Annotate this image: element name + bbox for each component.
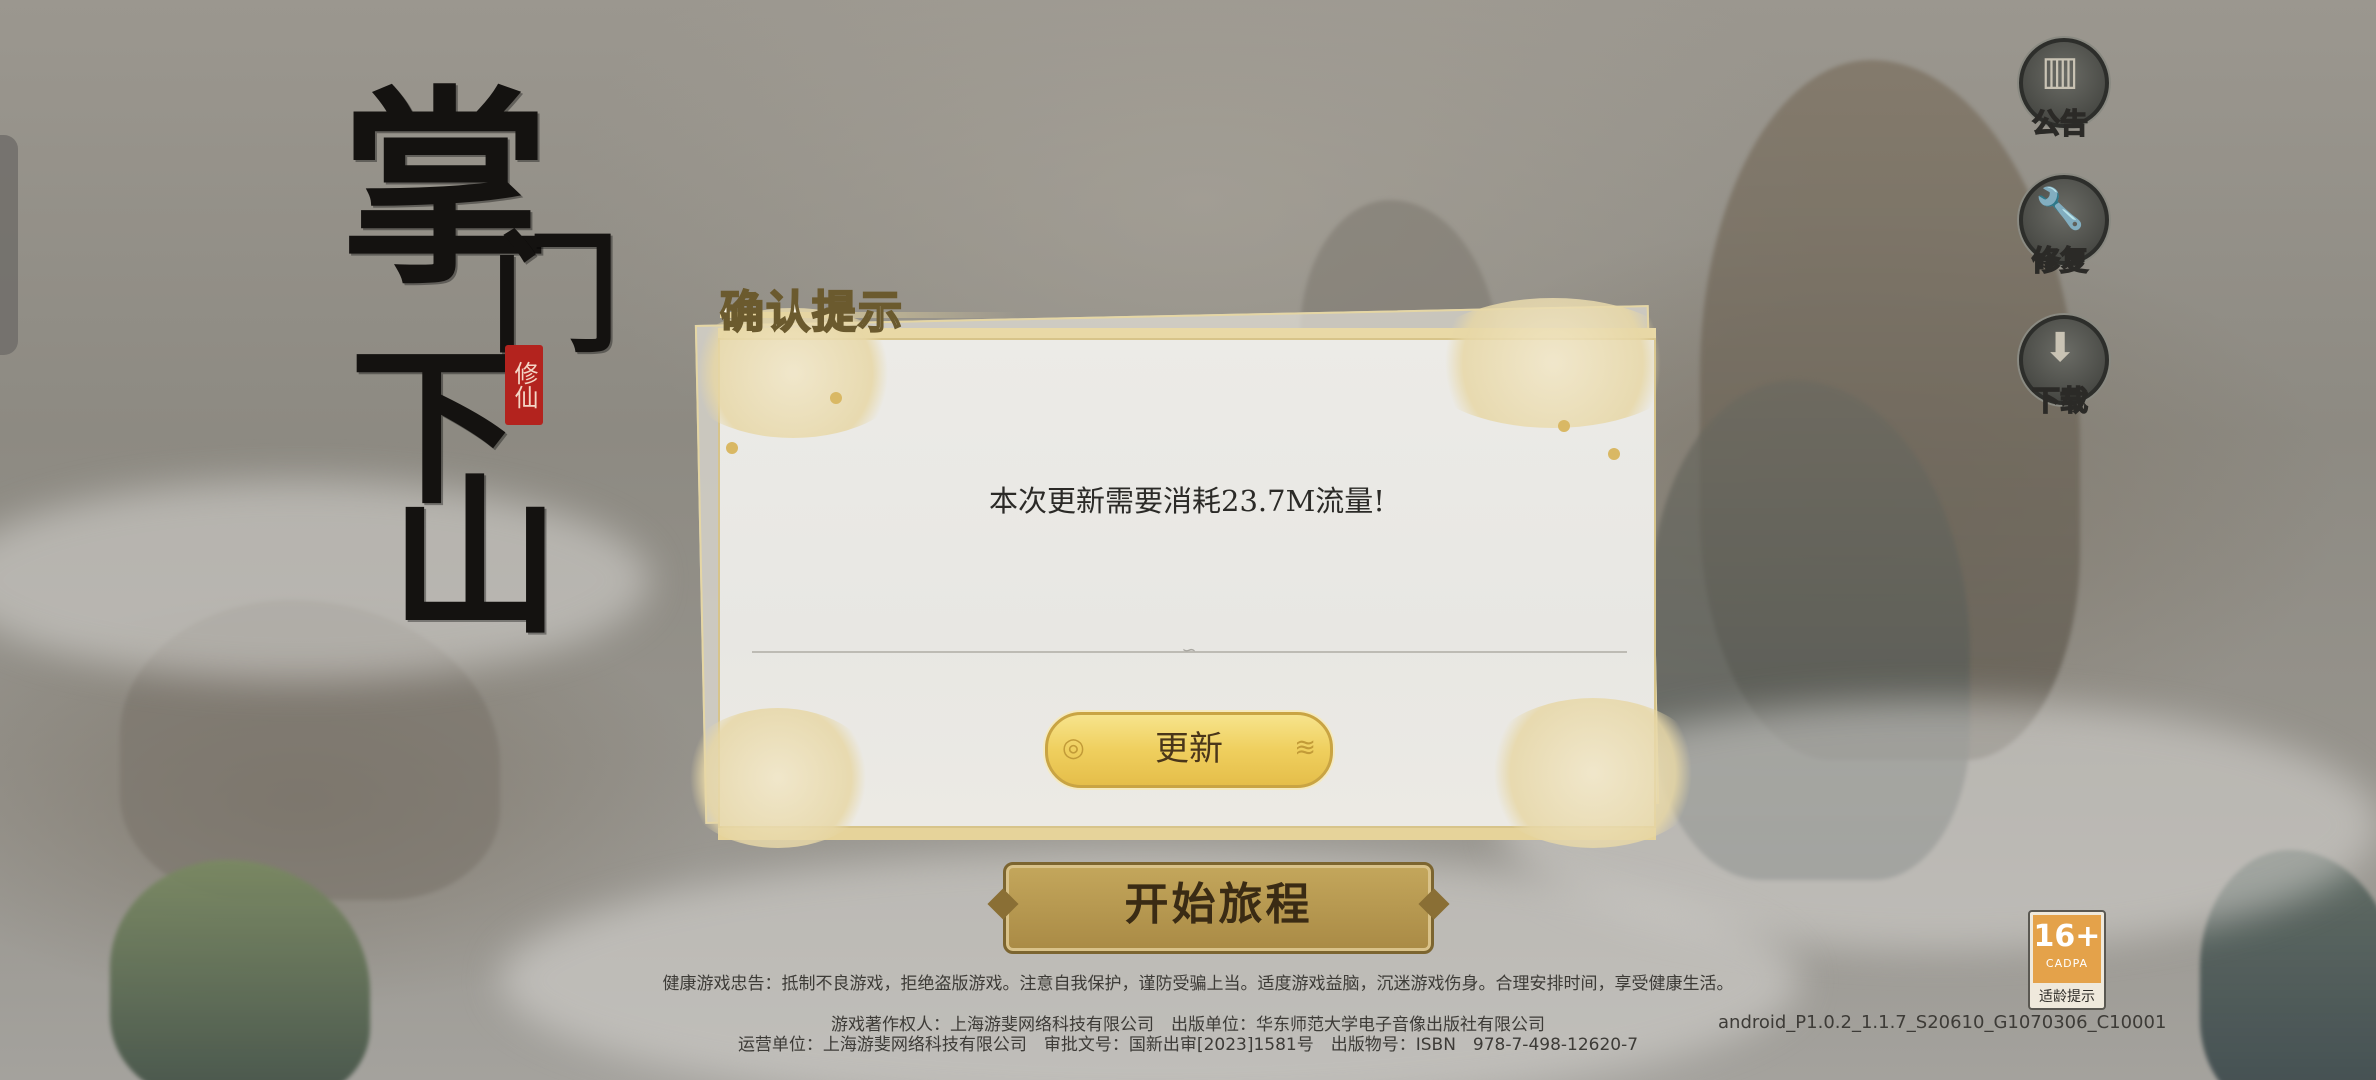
gold-dot [1558, 420, 1570, 432]
age-org: CADPA [2045, 957, 2089, 970]
age-number: 16+ [2033, 919, 2101, 954]
cloud-ornament [678, 708, 878, 848]
gold-dot [1608, 448, 1620, 460]
dialog-title-banner: 确认提示 [700, 272, 1020, 342]
download-label: 下载 [2031, 383, 2089, 418]
operator-info: 运营单位：上海游斐网络科技有限公司 审批文号：国新出审[2023]1581号 出… [737, 1035, 1639, 1055]
start-journey-button[interactable]: 开始旅程 [987, 862, 1450, 954]
cloud-ornament [1418, 298, 1688, 428]
repair-label: 修复 [2031, 243, 2089, 278]
health-notice: 健康游戏忠告：抵制不良游戏，拒绝盗版游戏。注意自我保护，谨防受骗上当。适度游戏益… [662, 974, 1734, 994]
logo-char: 山 [390, 458, 561, 658]
download-icon: ⬇ [2043, 325, 2077, 371]
age-caption: 适龄提示 [2039, 989, 2095, 1005]
notice-button[interactable]: ▥ 公告 [2015, 38, 2109, 141]
swirl-ornament: ≋ [1294, 733, 1316, 763]
update-label: 更新 [1155, 729, 1223, 769]
divider-ornament: ∽ [1181, 640, 1197, 661]
wrench-icon: 🔧 [2035, 186, 2085, 232]
version-string: android_P1.0.2_1.1.7_S20610_G1070306_C10… [1718, 1012, 2167, 1033]
gold-dot [726, 442, 738, 454]
age-rating-badge[interactable]: 16+ CADPA 适龄提示 [2028, 910, 2106, 1010]
download-button[interactable]: ⬇ 下载 [2015, 315, 2109, 418]
update-button[interactable]: ◎ 更新 ≋ [1045, 712, 1333, 788]
notice-label: 公告 [2031, 106, 2089, 141]
cloud-ornament [1478, 698, 1708, 848]
age-rating-icon: 16+ CADPA [2033, 915, 2101, 983]
swirl-ornament: ◎ [1062, 733, 1085, 763]
logo-seal: 修仙 [505, 345, 543, 425]
start-journey-label: 开始旅程 [1124, 879, 1313, 930]
repair-button[interactable]: 🔧 修复 [2015, 175, 2109, 278]
game-logo: 掌 门 下 山 [340, 20, 620, 658]
dialog-title: 确认提示 [719, 286, 904, 339]
dialog-message: 本次更新需要消耗23.7M流量! [989, 484, 1385, 518]
side-drawer-tab[interactable] [0, 135, 18, 355]
gold-dot [830, 392, 842, 404]
notice-board-icon: ▥ [2041, 48, 2079, 94]
